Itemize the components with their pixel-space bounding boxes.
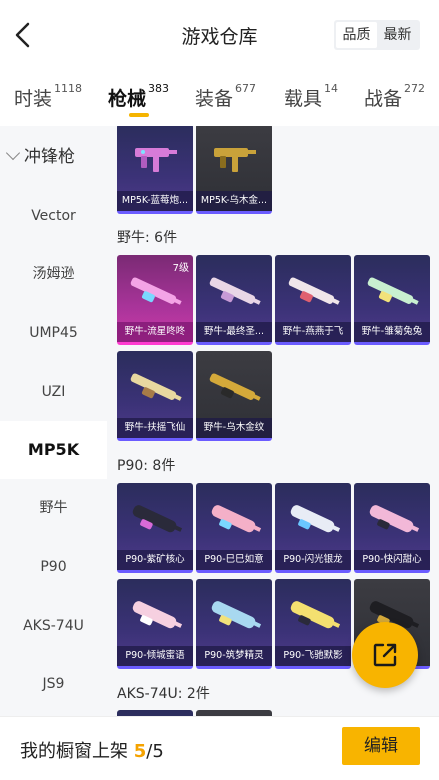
smg-icon (135, 148, 177, 172)
weapon-name: 野牛-燕燕于飞 (275, 322, 351, 342)
weapon-name: P90-筑梦精灵 (196, 646, 272, 666)
tab-vehicles[interactable]: 载具 14 (284, 82, 339, 111)
bottom-bar: 我的橱窗上架 5/5 编辑 (0, 716, 439, 780)
section-header-bizon: 野牛: 6件 (117, 230, 178, 246)
p90-icon (290, 505, 341, 533)
weapon-card[interactable]: 野牛-燕燕于飞 (275, 255, 351, 345)
p90-icon (132, 601, 183, 629)
tab-equipment[interactable]: 装备 677 (195, 82, 257, 111)
showcase-total: 5 (152, 741, 164, 762)
tab-count: 1118 (54, 82, 83, 95)
weapon-card[interactable]: 野牛-最终圣... (196, 255, 272, 345)
weapon-card[interactable]: P90-闪光银龙 (275, 483, 351, 573)
weapon-name: P90-飞驰默影 (275, 646, 351, 666)
weapon-card[interactable]: P90-紫矿核心 (117, 483, 193, 573)
sidebar-item-aks74u[interactable]: AKS-74U (0, 597, 107, 655)
showcase-status: 我的橱窗上架 5/5 (20, 741, 164, 762)
weapon-card[interactable]: P90-巳巳如意 (196, 483, 272, 573)
sidebar-item-thompson[interactable]: 汤姆逊 (0, 245, 107, 303)
rifle-icon (367, 277, 419, 305)
tab-supplies[interactable]: 战备 272 (364, 82, 426, 111)
weapon-name: 野牛-乌木金纹 (196, 418, 272, 438)
weapon-card[interactable]: MP5K-乌木金... (196, 126, 272, 214)
weapon-name: 野牛-雏菊兔兔 (354, 322, 430, 342)
tab-fashion[interactable]: 时装 1118 (14, 82, 83, 111)
weapon-card[interactable]: P90-倾城蜜语 (117, 579, 193, 669)
sidebar-item-bizon[interactable]: 野牛 (0, 479, 107, 537)
tab-count: 14 (324, 82, 339, 95)
category-tabs: 时装 1118 枪械 383 装备 677 载具 14 战备 272 (0, 78, 439, 126)
weapon-card[interactable]: P90-筑梦精灵 (196, 579, 272, 669)
rifle-icon (130, 373, 182, 401)
rifle-icon (209, 277, 261, 305)
tab-guns[interactable]: 枪械 383 (108, 82, 170, 111)
weapon-card[interactable]: P90-快闪甜心 (354, 483, 430, 573)
share-button[interactable] (352, 622, 418, 688)
weapon-type-sidebar: 冲锋枪 Vector 汤姆逊 UMP45 UZI MP5K 野牛 P90 AKS… (0, 126, 107, 716)
p90-icon (290, 601, 341, 629)
weapon-name: P90-倾城蜜语 (117, 646, 193, 666)
weapon-name: P90-紫矿核心 (117, 550, 193, 570)
rifle-icon (288, 277, 340, 305)
weapon-name: MP5K-乌木金... (196, 191, 272, 211)
tab-count: 677 (235, 82, 257, 95)
chevron-down-icon (5, 145, 21, 161)
weapon-card[interactable]: MP5K-蓝莓炮... (117, 126, 193, 214)
sidebar-item-uzi[interactable]: UZI (0, 363, 107, 421)
p90-icon (211, 601, 262, 629)
weapon-card[interactable]: 野牛-扶摇飞仙 (117, 351, 193, 441)
weapon-card[interactable]: 野牛-雏菊兔兔 (354, 255, 430, 345)
p90-icon (369, 505, 420, 533)
sidebar-item-mp5k[interactable]: MP5K (0, 421, 107, 479)
tab-count: 383 (148, 82, 170, 95)
section-header-p90: P90: 8件 (117, 458, 176, 474)
weapon-name: P90-快闪甜心 (354, 550, 430, 570)
weapon-card[interactable]: 野牛-乌木金纹 (196, 351, 272, 441)
weapon-name: 野牛-扶摇飞仙 (117, 418, 193, 438)
weapon-name: P90-巳巳如意 (196, 550, 272, 570)
p90-icon (132, 505, 183, 533)
sidebar-item-ump45[interactable]: UMP45 (0, 304, 107, 362)
tab-count: 272 (404, 82, 426, 95)
smg-icon (214, 148, 256, 172)
sidebar-item-p90[interactable]: P90 (0, 538, 107, 596)
sidebar-group-smg[interactable]: 冲锋枪 (0, 128, 107, 186)
rifle-icon (130, 277, 182, 305)
weapon-card[interactable]: 7级 野牛-流星咚咚 (117, 255, 193, 345)
edit-button[interactable]: 编辑 (342, 727, 420, 765)
sidebar-item-vector[interactable]: Vector (0, 187, 107, 245)
section-header-aks74u: AKS-74U: 2件 (117, 686, 210, 702)
header: 游戏仓库 品质 最新 (0, 0, 439, 70)
rifle-icon (209, 373, 261, 401)
weapon-name: 野牛-流星咚咚 (117, 322, 193, 342)
sort-option-quality[interactable]: 品质 (336, 22, 377, 48)
sort-toggle: 品质 最新 (334, 20, 420, 50)
showcase-count: 5 (133, 741, 147, 762)
p90-icon (211, 505, 262, 533)
active-tab-indicator (129, 113, 149, 117)
weapon-name: 野牛-最终圣... (196, 322, 272, 342)
weapon-card[interactable]: P90-飞驰默影 (275, 579, 351, 669)
weapon-name: MP5K-蓝莓炮... (117, 191, 193, 211)
sidebar-item-js9[interactable]: JS9 (0, 655, 107, 713)
weapon-name: P90-闪光银龙 (275, 550, 351, 570)
sort-option-newest[interactable]: 最新 (377, 22, 418, 48)
external-link-icon (373, 643, 397, 667)
